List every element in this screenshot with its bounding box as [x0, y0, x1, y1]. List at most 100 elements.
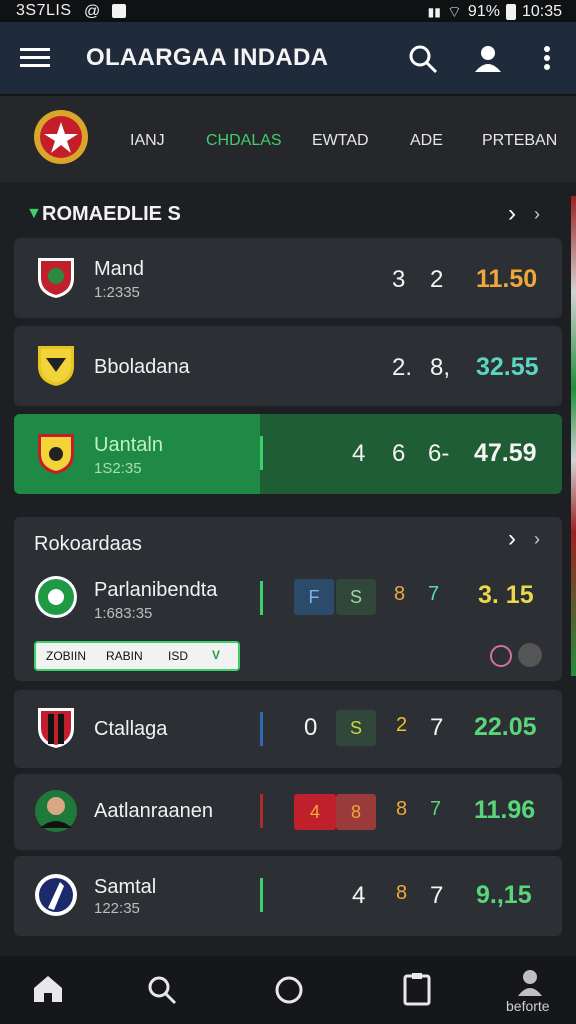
chevron-right-icon[interactable]: ›: [508, 525, 516, 553]
match-card-5[interactable]: Aatlanraanen 4 8 8 7 11.96: [14, 774, 562, 850]
section2-title: Rokoardaas: [34, 533, 142, 555]
team-name: Bboladana: [94, 356, 190, 378]
match-time: 1:2335: [94, 284, 140, 301]
team-name: Ctallaga: [94, 718, 168, 740]
tab-3[interactable]: EWTAD: [312, 132, 369, 150]
battery-icon: [505, 4, 516, 20]
match-card-3[interactable]: Uantaln 1S2:35 4 6 6- 47.59: [14, 414, 562, 494]
signal-icon: ▮▮: [427, 5, 441, 19]
more-vert-icon[interactable]: [540, 44, 554, 74]
tab-4[interactable]: ADE: [410, 132, 443, 150]
chip-text-4: V: [212, 648, 221, 662]
search-icon[interactable]: [146, 974, 178, 1006]
score-c: 7: [430, 798, 442, 820]
match-time: 122:35: [94, 900, 140, 917]
team-badge-icon: [38, 708, 74, 748]
app-title: OLAARGAA INDADA: [86, 44, 329, 71]
hamburger-icon[interactable]: [20, 46, 52, 70]
odds-value[interactable]: 11.96: [474, 796, 535, 825]
bottom-nav: [0, 956, 576, 1024]
team-name: Mand: [94, 258, 145, 280]
odds-value[interactable]: 9.,15: [476, 881, 532, 910]
score-c: 7: [430, 714, 444, 741]
section2-card: Rokoardaas › › Parlanibendta 1:683:35 F …: [14, 517, 562, 681]
score-b: 2: [430, 266, 444, 293]
match-time: 1:683:35: [94, 605, 153, 622]
separator: [260, 436, 263, 470]
score-b: 8: [396, 882, 408, 904]
score-a: 2.: [392, 354, 413, 381]
team-badge-icon: [38, 434, 74, 474]
tab-5[interactable]: PRTEBAN: [482, 132, 557, 150]
tabs-bar: IANJ CHDALAS EWTAD ADE PRTEBAN: [0, 96, 576, 182]
odds-value[interactable]: 3. 15: [478, 581, 534, 610]
chip-text-1: ZOBIIN: [46, 649, 87, 663]
player-avatar-icon: [35, 790, 77, 832]
notification-icon: [112, 4, 126, 18]
odds-value[interactable]: 47.59: [474, 439, 537, 468]
match-card-4[interactable]: Ctallaga 0 S 2 7 22.05: [14, 690, 562, 768]
score-c: 7: [430, 882, 444, 909]
team-name: Aatlanraanen: [94, 800, 213, 822]
profile-icon[interactable]: [472, 42, 504, 74]
score-b: 6: [392, 440, 406, 467]
team-badge-icon: [38, 258, 74, 298]
score-box: S: [336, 710, 376, 746]
score-c: 7: [428, 583, 440, 605]
match-card-1[interactable]: Mand 1:2335 3 2 11.50: [14, 238, 562, 318]
chip-text-2: RABIN: [106, 649, 143, 663]
tab-2[interactable]: CHDALAS: [206, 132, 282, 150]
clipboard-icon[interactable]: [402, 972, 432, 1006]
score-box: 8: [336, 794, 376, 830]
separator: [260, 794, 263, 828]
score-b: 2: [396, 714, 408, 736]
score-a: 4: [352, 882, 366, 909]
score-c: 6-: [428, 440, 450, 467]
chevron-right-small-icon[interactable]: ›: [534, 204, 540, 225]
separator: [260, 712, 263, 746]
radio-icon[interactable]: [490, 645, 512, 667]
chevron-right-icon[interactable]: ›: [508, 200, 516, 228]
score-b: 8,: [430, 354, 451, 381]
team-badge-icon: [35, 576, 77, 618]
score-box: 4: [294, 794, 336, 830]
status-time: 10:35: [521, 3, 562, 20]
score-a: 0: [304, 714, 318, 741]
team-name: Parlanibendta: [94, 579, 218, 601]
odds-value[interactable]: 32.55: [476, 353, 539, 382]
search-icon[interactable]: [408, 44, 438, 74]
team-badge-icon: [38, 346, 74, 386]
app-bar: OLAARGAA INDADA: [0, 22, 576, 94]
team-name: Samtal: [94, 876, 157, 898]
toggle-icon[interactable]: [518, 643, 542, 667]
at-icon: @: [84, 3, 101, 20]
tab-1[interactable]: IANJ: [130, 132, 165, 150]
section1-title: ROMAEDLIE S: [42, 203, 181, 225]
battery-percent: 91%: [467, 3, 500, 20]
team-badge-icon: [35, 874, 77, 916]
score-b: 8: [394, 583, 406, 605]
team-name: Uantaln: [94, 434, 163, 456]
score-a: 3: [392, 266, 406, 293]
separator: [260, 581, 263, 615]
match-card-2[interactable]: Bboladana 2. 8, 32.55: [14, 326, 562, 406]
odds-value[interactable]: 11.50: [476, 265, 537, 294]
profile-nav-label: beforte: [506, 998, 550, 1014]
wifi-icon: ⌔: [446, 4, 462, 21]
score-box: F: [294, 579, 334, 615]
score-a: 4: [352, 440, 366, 467]
triangle-icon: ▼: [26, 205, 42, 222]
chip-text-3: ISD: [168, 649, 189, 663]
club-logo-icon: [34, 110, 88, 164]
bet-chip[interactable]: ZOBIIN RABIN ISD V: [34, 641, 240, 671]
status-bar: 3S7LIS @ ▮▮ ⌔ 91% 10:35: [0, 0, 576, 22]
match-card-6[interactable]: Samtal 122:35 4 8 7 9.,15: [14, 856, 562, 936]
home-icon[interactable]: [32, 974, 64, 1004]
scroll-edge: [571, 196, 576, 676]
profile-icon[interactable]: [516, 968, 544, 996]
score-box: S: [336, 579, 376, 615]
match-time: 1S2:35: [94, 460, 142, 477]
chevron-right-small-icon[interactable]: ›: [534, 529, 540, 550]
odds-value[interactable]: 22.05: [474, 713, 537, 742]
circle-icon[interactable]: [273, 974, 305, 1006]
